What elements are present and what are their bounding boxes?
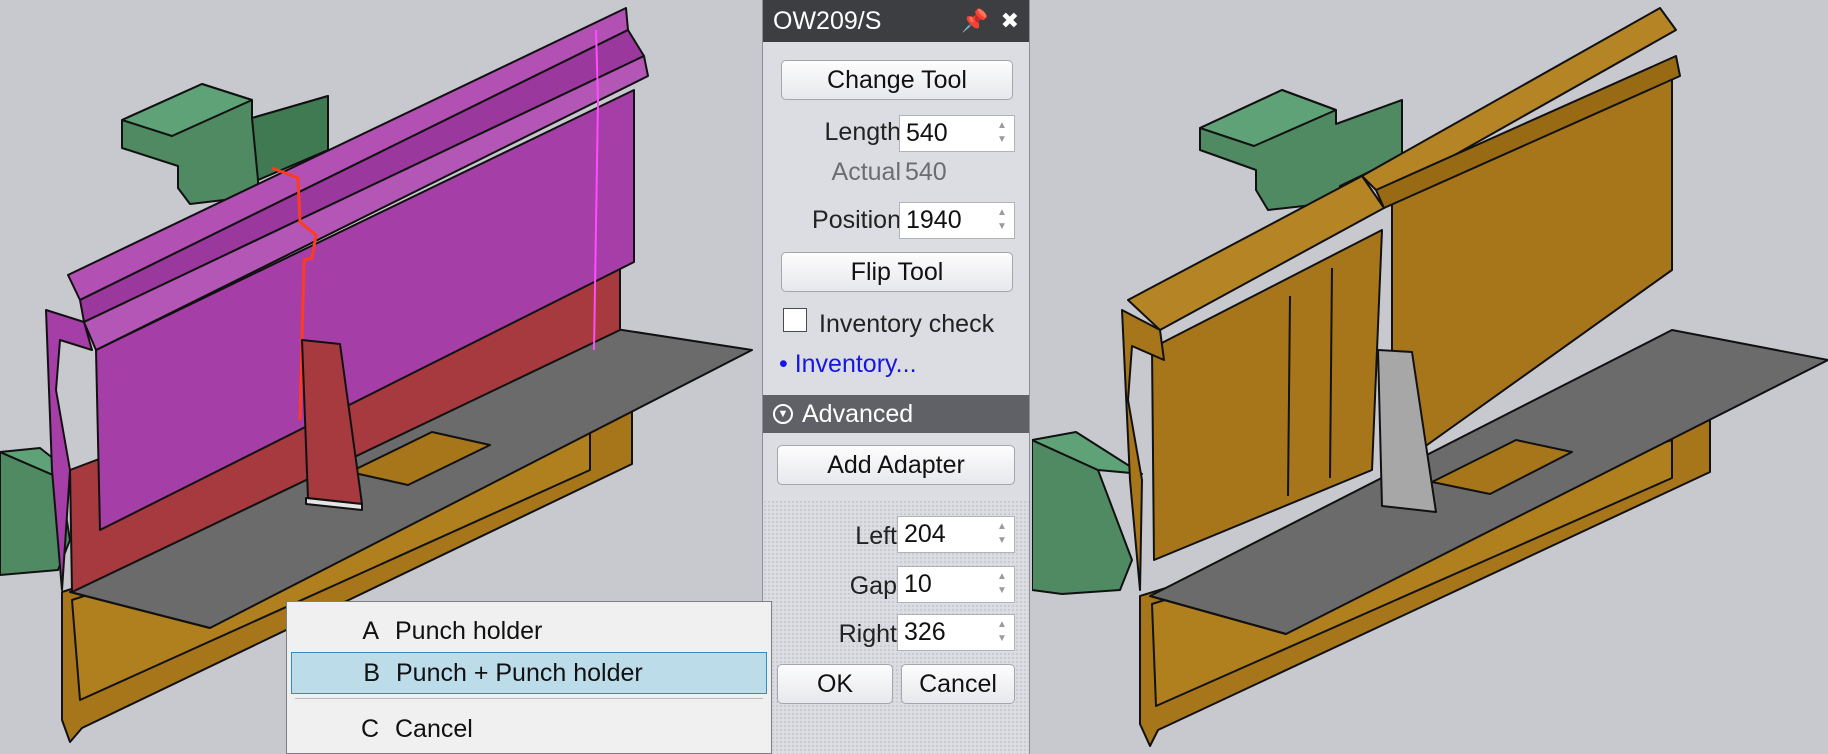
spin-up-icon[interactable]: ▲ [997,570,1007,584]
menu-item-cancel[interactable]: C Cancel [291,708,767,750]
right-stepper[interactable]: 326 ▲ ▼ [897,614,1015,651]
spin-up-icon[interactable]: ▲ [997,119,1007,133]
right-label: Right [838,620,897,648]
ok-button[interactable]: OK [777,664,893,704]
pin-icon[interactable]: 📌 [961,8,988,34]
left-value: 204 [904,520,946,548]
spin-down-icon[interactable]: ▼ [997,584,1007,598]
menu-item-label: Cancel [395,714,473,743]
tool-properties-panel: OW209/S 📌 ✖ Change Tool Length 540 ▲ ▼ Ac… [762,0,1030,754]
advanced-label: Advanced [802,399,914,428]
change-tool-button[interactable]: Change Tool [781,60,1013,100]
gap-stepper[interactable]: 10 ▲ ▼ [897,566,1015,603]
inventory-check-label[interactable]: Inventory check [819,310,994,339]
length-stepper[interactable]: 540 ▲ ▼ [899,115,1015,152]
length-label: Length [824,118,901,146]
tool-choice-context-menu: A Punch holder B Punch + Punch holder C … [286,601,772,754]
actual-label: Actual [831,158,901,186]
spin-up-icon[interactable]: ▲ [997,520,1007,534]
inventory-check-checkbox[interactable] [783,308,807,332]
menu-item-punch-holder[interactable]: A Punch holder [291,610,767,652]
length-value: 540 [906,119,948,147]
right-value: 326 [904,618,946,646]
left-label: Left [855,522,897,550]
gap-value: 10 [904,570,932,598]
spin-down-icon[interactable]: ▼ [997,220,1007,234]
menu-item-punch-and-holder[interactable]: B Punch + Punch holder [291,652,767,694]
viewport-right[interactable] [1032,0,1828,754]
menu-separator [295,698,763,699]
menu-item-label: Punch + Punch holder [396,658,643,687]
advanced-section-header[interactable]: ▼ Advanced [763,395,1029,433]
menu-item-label: Punch holder [395,616,543,645]
panel-titlebar: OW209/S 📌 ✖ [763,0,1029,42]
add-adapter-button[interactable]: Add Adapter [777,445,1015,485]
gap-label: Gap [849,572,897,600]
actual-value: 540 [905,158,947,186]
spin-down-icon[interactable]: ▼ [997,133,1007,147]
menu-item-key: C [360,714,379,743]
chevron-down-circle-icon: ▼ [773,404,793,424]
inventory-link[interactable]: • Inventory... [779,350,917,379]
flip-tool-button[interactable]: Flip Tool [781,252,1013,292]
spin-down-icon[interactable]: ▼ [997,534,1007,548]
position-stepper[interactable]: 1940 ▲ ▼ [899,202,1015,239]
menu-item-key: B [363,658,380,687]
spin-up-icon[interactable]: ▲ [997,206,1007,220]
left-stepper[interactable]: 204 ▲ ▼ [897,516,1015,553]
spin-down-icon[interactable]: ▼ [997,632,1007,646]
position-label: Position [812,206,901,234]
menu-item-key: A [362,616,379,645]
position-value: 1940 [906,206,962,234]
spin-up-icon[interactable]: ▲ [997,618,1007,632]
close-icon[interactable]: ✖ [1001,8,1019,34]
cancel-button[interactable]: Cancel [901,664,1015,704]
panel-title: OW209/S [773,6,882,35]
